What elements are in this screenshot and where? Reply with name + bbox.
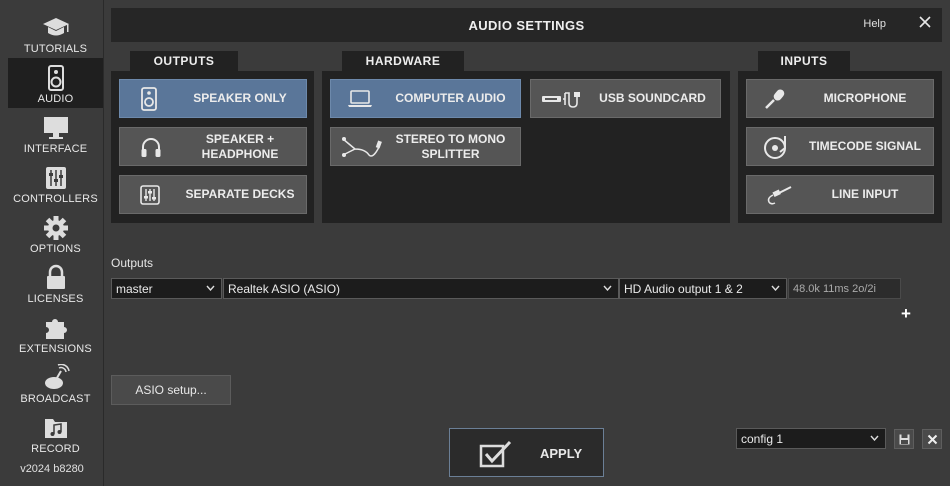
- page-title: AUDIO SETTINGS: [468, 18, 585, 33]
- sidebar-item-label: CONTROLLERS: [13, 193, 98, 205]
- separate-decks-button[interactable]: SEPARATE DECKS: [119, 175, 307, 214]
- turntable-icon: [764, 135, 786, 159]
- usb-icon: [542, 91, 580, 108]
- computer-audio-label: COMPUTER AUDIO: [395, 91, 506, 105]
- device-select[interactable]: Realtek ASIO (ASIO): [223, 278, 619, 299]
- separate-decks-label: SEPARATE DECKS: [185, 187, 295, 201]
- sidebar-item-tutorials[interactable]: TUTORIALS: [8, 8, 103, 58]
- sidebar-item-label: TUTORIALS: [23, 43, 88, 55]
- computer-audio-button[interactable]: COMPUTER AUDIO: [330, 79, 521, 118]
- save-icon: [899, 434, 910, 445]
- chevron-down-icon: [771, 285, 780, 291]
- sidebar-item-controllers[interactable]: CONTROLLERS: [8, 158, 103, 208]
- timecode-signal-button[interactable]: TIMECODE SIGNAL: [746, 127, 934, 166]
- version-label: v2024 b8280: [20, 463, 84, 475]
- device-value: Realtek ASIO (ASIO): [228, 282, 341, 296]
- close-icon: [927, 434, 938, 445]
- output-channel-select[interactable]: HD Audio output 1 & 2: [619, 278, 787, 299]
- tab-outputs: OUTPUTS: [130, 51, 238, 71]
- monitor-icon: [43, 117, 68, 139]
- speaker-only-label: SPEAKER ONLY: [193, 91, 287, 105]
- apply-button[interactable]: APPLY: [449, 428, 604, 477]
- speaker-headphone-label: SPEAKER + HEADPHONE: [201, 131, 279, 161]
- sidebar-item-audio[interactable]: AUDIO: [8, 58, 103, 108]
- title-bar: AUDIO SETTINGS Help: [111, 8, 942, 42]
- lock-icon: [46, 264, 65, 289]
- apply-label: APPLY: [540, 446, 583, 461]
- puzzle-icon: [45, 319, 67, 339]
- latency-info: 48.0k 11ms 2o/2i: [788, 278, 901, 299]
- channel-select[interactable]: master: [111, 278, 222, 299]
- config-value: config 1: [741, 432, 784, 446]
- sidebar-item-extensions[interactable]: EXTENSIONS: [8, 308, 103, 358]
- graduation-cap-icon: [42, 18, 69, 36]
- sidebar-item-label: RECORD: [31, 443, 80, 455]
- usb-soundcard-label: USB SOUNDCARD: [599, 91, 706, 105]
- sidebar-item-options[interactable]: OPTIONS: [8, 208, 103, 258]
- line-cable-icon: [767, 185, 792, 205]
- line-input-button[interactable]: LINE INPUT: [746, 175, 934, 214]
- music-folder-icon: [44, 419, 67, 438]
- headphones-icon: [141, 137, 161, 157]
- sidebar-item-broadcast[interactable]: BROADCAST: [8, 358, 103, 408]
- timecode-signal-label: TIMECODE SIGNAL: [808, 139, 921, 153]
- chevron-down-icon: [603, 285, 612, 291]
- delete-config-button[interactable]: [922, 429, 942, 449]
- sidebar-item-label: AUDIO: [37, 93, 74, 105]
- chevron-down-icon: [870, 435, 879, 441]
- speaker-icon: [47, 65, 64, 91]
- stereo-mono-splitter-button[interactable]: STEREO TO MONO SPLITTER: [330, 127, 521, 166]
- sidebar-item-record[interactable]: RECORD: [8, 408, 103, 458]
- help-link[interactable]: Help: [863, 18, 886, 30]
- splitter-cable-icon: [342, 136, 382, 157]
- usb-soundcard-button[interactable]: USB SOUNDCARD: [530, 79, 721, 118]
- broadcast-icon: [44, 364, 70, 389]
- sliders-icon: [45, 167, 66, 189]
- sidebar-item-interface[interactable]: INTERFACE: [8, 108, 103, 158]
- save-config-button[interactable]: [894, 429, 914, 449]
- gear-icon: [43, 216, 68, 240]
- sidebar-item-label: INTERFACE: [23, 143, 88, 155]
- line-input-label: LINE INPUT: [831, 187, 899, 201]
- speaker-icon: [141, 86, 157, 111]
- checkbox-check-icon: [479, 440, 512, 468]
- microphone-icon: [765, 88, 785, 109]
- chevron-down-icon: [206, 285, 215, 291]
- outputs-section-label: Outputs: [111, 256, 154, 270]
- laptop-icon: [348, 89, 372, 107]
- tab-hardware: HARDWARE: [342, 51, 464, 71]
- output-channel-value: HD Audio output 1 & 2: [624, 282, 743, 296]
- microphone-button[interactable]: MICROPHONE: [746, 79, 934, 118]
- speaker-headphone-button[interactable]: SPEAKER + HEADPHONE: [119, 127, 307, 166]
- add-output-button[interactable]: +: [899, 305, 913, 323]
- tab-inputs: INPUTS: [758, 51, 850, 71]
- close-icon[interactable]: [918, 15, 932, 29]
- sidebar-item-label: BROADCAST: [20, 393, 91, 405]
- sidebar: TUTORIALS AUDIO INTERFACE CONTROLLERS OP…: [0, 0, 104, 486]
- sidebar-item-licenses[interactable]: LICENSES: [8, 258, 103, 308]
- sidebar-item-label: OPTIONS: [30, 243, 81, 255]
- channel-value: master: [116, 282, 153, 296]
- asio-setup-button[interactable]: ASIO setup...: [111, 375, 231, 405]
- sidebar-item-label: EXTENSIONS: [19, 343, 92, 355]
- microphone-label: MICROPHONE: [823, 91, 907, 105]
- mixer-icon: [140, 184, 160, 205]
- config-select[interactable]: config 1: [736, 428, 886, 449]
- stereo-mono-splitter-label: STEREO TO MONO SPLITTER: [395, 131, 506, 161]
- speaker-only-button[interactable]: SPEAKER ONLY: [119, 79, 307, 118]
- sidebar-item-label: LICENSES: [27, 293, 84, 305]
